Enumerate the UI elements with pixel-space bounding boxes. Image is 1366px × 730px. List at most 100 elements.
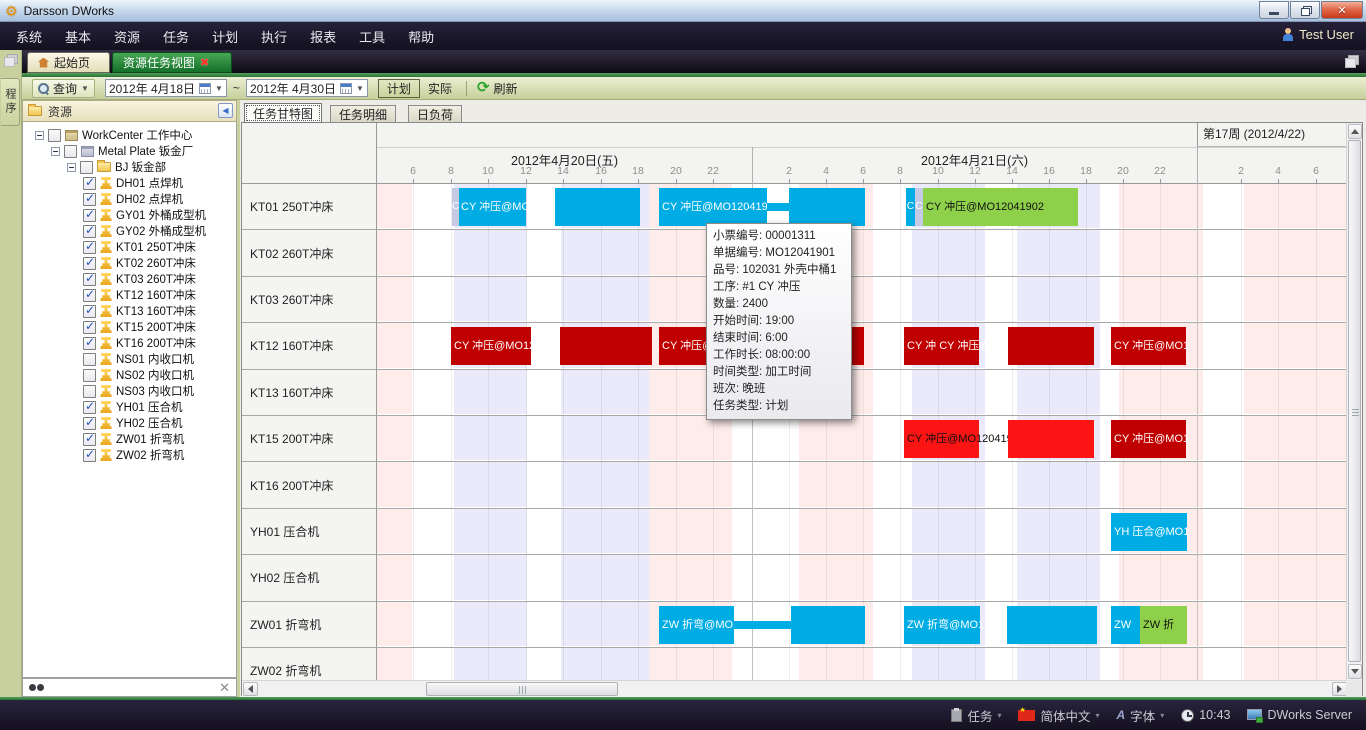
chevron-down-icon[interactable]: ▾ <box>1160 711 1164 720</box>
minimize-button[interactable] <box>1259 1 1289 19</box>
tree-checkbox[interactable] <box>83 433 96 446</box>
tree-item[interactable]: KT03 260T冲床 <box>23 271 236 287</box>
tree-checkbox[interactable] <box>83 369 96 382</box>
tree-item[interactable]: BJ 钣金部 <box>23 159 236 175</box>
tree-checkbox[interactable] <box>83 353 96 366</box>
task-bar[interactable]: CY 冲压@MO12041903 <box>904 420 979 458</box>
scroll-right-button[interactable] <box>1332 682 1347 696</box>
task-bar[interactable] <box>555 188 640 226</box>
tree-checkbox[interactable] <box>83 225 96 238</box>
task-bar[interactable] <box>791 606 865 644</box>
tree-checkbox[interactable] <box>83 321 96 334</box>
menu-item[interactable]: 报表 <box>310 27 336 46</box>
task-bar[interactable] <box>560 327 652 365</box>
date-to-picker[interactable]: 2012年 4月30日 ▼ <box>246 79 368 97</box>
tab-task-detail[interactable]: 任务明细 <box>330 105 396 123</box>
tree-item[interactable]: KT12 160T冲床 <box>23 287 236 303</box>
tree-item[interactable]: YH01 压合机 <box>23 399 236 415</box>
task-bar[interactable]: C <box>452 188 459 226</box>
menu-item[interactable]: 工具 <box>359 27 385 46</box>
menu-item[interactable]: 基本 <box>65 27 91 46</box>
date-from-picker[interactable]: 2012年 4月18日 ▼ <box>105 79 227 97</box>
task-bar[interactable] <box>1008 327 1094 365</box>
tree-item[interactable]: ZW01 折弯机 <box>23 431 236 447</box>
tree-checkbox[interactable] <box>83 417 96 430</box>
clear-search-icon[interactable]: ✕ <box>219 680 230 696</box>
vertical-scrollbar[interactable] <box>1346 123 1362 680</box>
actual-toggle-button[interactable]: 实际 <box>420 79 460 98</box>
tree-item[interactable]: DH02 点焊机 <box>23 191 236 207</box>
task-bar[interactable]: CY 冲 CY 冲压@MO12041904 <box>904 327 979 365</box>
task-bar[interactable]: ZW <box>1111 606 1140 644</box>
menu-item[interactable]: 资源 <box>114 27 140 46</box>
binoculars-icon[interactable] <box>29 683 44 692</box>
tree-item[interactable]: KT15 200T冲床 <box>23 319 236 335</box>
restore-button[interactable] <box>1290 1 1320 19</box>
task-bar[interactable]: YH 压合@MO1 <box>1111 513 1187 551</box>
tree-checkbox[interactable] <box>83 289 96 302</box>
tree-item[interactable]: NS01 内收口机 <box>23 351 236 367</box>
horizontal-scrollbar[interactable] <box>242 680 1348 697</box>
task-bar[interactable] <box>789 188 865 226</box>
refresh-button[interactable]: ⟳ 刷新 <box>473 79 522 98</box>
tree-item[interactable]: NS03 内收口机 <box>23 383 236 399</box>
chevron-down-icon[interactable]: ▼ <box>356 84 364 93</box>
task-bar[interactable]: C <box>915 188 923 226</box>
task-bar[interactable]: CY 冲压@MO12041901 <box>458 188 526 226</box>
tree-checkbox[interactable] <box>48 129 61 142</box>
task-bar[interactable] <box>1008 420 1094 458</box>
user-area[interactable]: Test User <box>1282 27 1354 42</box>
tab-resource-task-view[interactable]: 资源任务视图 ✖ <box>112 52 232 73</box>
tree-item[interactable]: KT02 260T冲床 <box>23 255 236 271</box>
chevron-down-icon[interactable]: ▾ <box>1095 711 1099 720</box>
tree-item[interactable]: DH01 点焊机 <box>23 175 236 191</box>
query-button[interactable]: 查询 ▼ <box>32 79 95 98</box>
task-bar[interactable]: ZW 折弯@MO12041901 <box>659 606 734 644</box>
horizontal-scroll-thumb[interactable] <box>426 682 618 696</box>
tree-search-bar[interactable]: ✕ <box>22 678 237 697</box>
chevron-down-icon[interactable]: ▼ <box>81 84 89 93</box>
tree-checkbox[interactable] <box>83 273 96 286</box>
menu-item[interactable]: 计划 <box>212 27 238 46</box>
statusbar-item[interactable]: 任务▾ <box>951 706 1001 725</box>
tab-close-icon[interactable]: ✖ <box>200 56 209 69</box>
tree-expander-icon[interactable] <box>67 163 76 172</box>
statusbar-item[interactable]: 简体中文▾ <box>1018 706 1099 725</box>
chevron-down-icon[interactable]: ▾ <box>997 711 1001 720</box>
tree-checkbox[interactable] <box>83 241 96 254</box>
task-bar[interactable]: CY 冲压@MO1 <box>1111 327 1186 365</box>
plan-toggle-button[interactable]: 计划 <box>378 79 420 98</box>
tree-item[interactable]: GY02 外桶成型机 <box>23 223 236 239</box>
task-bar[interactable]: CY 冲压@MO12041902 <box>923 188 1078 226</box>
tree-checkbox[interactable] <box>83 177 96 190</box>
tree-checkbox[interactable] <box>83 449 96 462</box>
close-button[interactable]: ✕ <box>1321 1 1363 19</box>
task-bar[interactable]: ZW 折 <box>1140 606 1187 644</box>
scroll-up-button[interactable] <box>1348 124 1362 139</box>
panel-list-icon[interactable] <box>4 54 17 66</box>
tree-item[interactable]: Metal Plate 钣金厂 <box>23 143 236 159</box>
task-bar[interactable]: CY 冲压@MO12041904 <box>451 327 531 365</box>
tree-item[interactable]: ZW02 折弯机 <box>23 447 236 463</box>
tree-checkbox[interactable] <box>83 193 96 206</box>
tree-item[interactable]: KT16 200T冲床 <box>23 335 236 351</box>
statusbar-item[interactable]: A字体▾ <box>1117 706 1165 725</box>
tab-gantt-chart[interactable]: 任务甘特图 <box>244 103 322 123</box>
tree-item[interactable]: GY01 外桶成型机 <box>23 207 236 223</box>
window-list-icon[interactable] <box>1345 55 1358 67</box>
collapse-panel-button[interactable]: ◀ <box>218 103 233 118</box>
tree-item[interactable]: KT01 250T冲床 <box>23 239 236 255</box>
tree-item[interactable]: KT13 160T冲床 <box>23 303 236 319</box>
tree-checkbox[interactable] <box>83 209 96 222</box>
tree-checkbox[interactable] <box>64 145 77 158</box>
tree-checkbox[interactable] <box>83 257 96 270</box>
chevron-down-icon[interactable]: ▼ <box>215 84 223 93</box>
menu-item[interactable]: 系统 <box>16 27 42 46</box>
tree-expander-icon[interactable] <box>51 147 60 156</box>
tab-daily-load[interactable]: 日负荷 <box>408 105 462 123</box>
scroll-down-button[interactable] <box>1348 664 1362 679</box>
scroll-left-button[interactable] <box>243 682 258 696</box>
vertical-scroll-thumb[interactable] <box>1348 140 1361 662</box>
tree-expander-icon[interactable] <box>35 131 44 140</box>
task-bar[interactable]: CY 冲压@MO12041901 <box>659 188 767 226</box>
